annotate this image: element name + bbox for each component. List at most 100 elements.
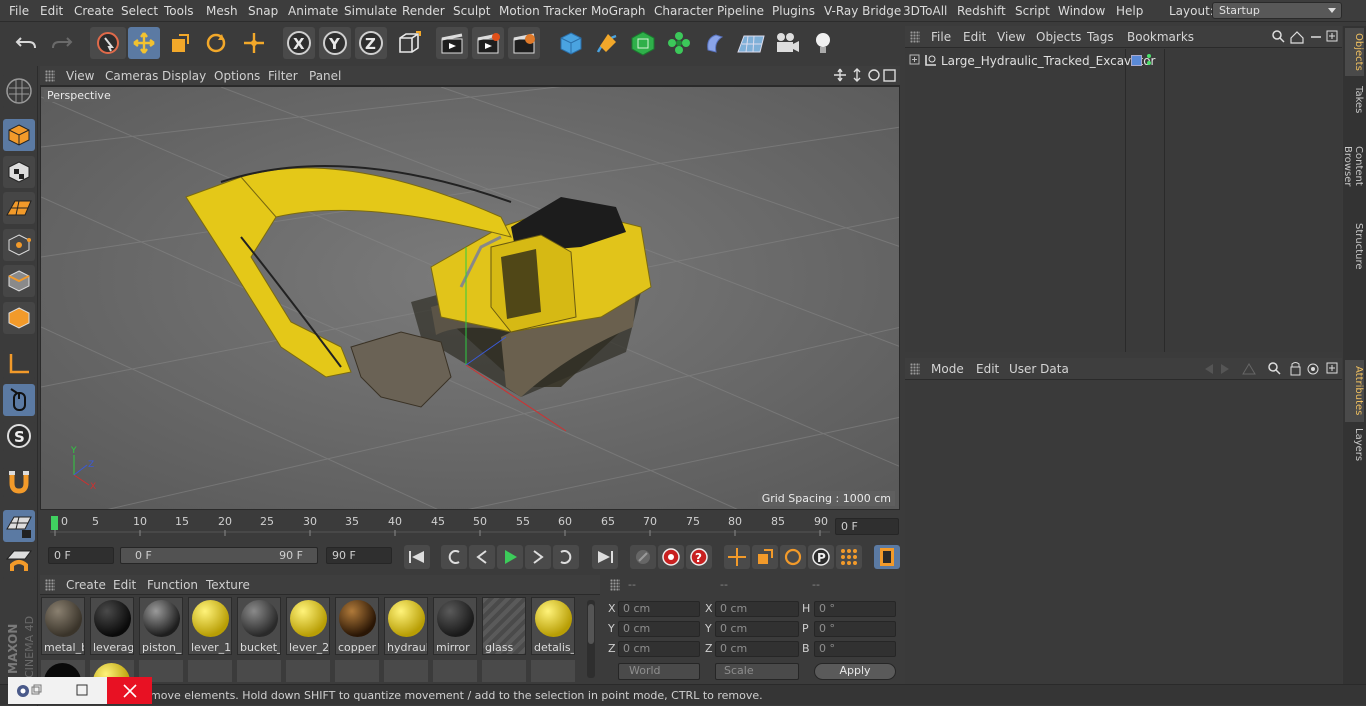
menu-create[interactable]: Create [74,4,114,18]
menu-script[interactable]: Script [1015,4,1050,18]
texture-mode-button[interactable] [3,156,35,188]
tab-attributes[interactable]: Attributes [1345,360,1364,422]
key-parameter-button[interactable]: P [808,545,834,569]
camera-button[interactable] [771,27,803,59]
end-frame-field[interactable]: 90 F [326,547,392,564]
make-editable-button[interactable] [3,73,35,109]
keyframe-selection-button[interactable]: ? [686,545,712,569]
transform-tool-button[interactable] [238,27,270,59]
size-mode-select[interactable]: Scale [715,663,799,680]
material-swatch[interactable]: lever_2 [286,597,330,655]
timeline-playhead[interactable] [51,516,58,530]
snap-magnet-button[interactable] [3,466,35,498]
menu-sculpt[interactable]: Sculpt [453,4,490,18]
material-scrollbar[interactable] [587,600,595,678]
autokey-button[interactable] [658,545,684,569]
deformer-button[interactable] [699,27,731,59]
play-button[interactable] [497,545,523,569]
current-frame-field[interactable]: 0 F [835,518,899,535]
menu-pipeline[interactable]: Pipeline [717,4,764,18]
pen-spline-button[interactable] [591,27,623,59]
menu-redshift[interactable]: Redshift [957,4,1006,18]
material-menu-function[interactable]: Function [147,578,198,592]
key-pla-button[interactable] [836,545,862,569]
model-mode-button[interactable] [3,119,35,151]
coordinate-space-select[interactable]: World [618,663,700,680]
move-tool-button[interactable] [128,27,160,59]
apply-button[interactable]: Apply [814,663,896,680]
light-button[interactable] [807,27,839,59]
tab-structure[interactable]: Structure [1345,218,1364,274]
material-swatch[interactable]: metal_b [41,597,85,655]
rotation-p-field[interactable]: 0 ° [814,621,896,637]
floor-button[interactable] [735,27,767,59]
timeline-ruler[interactable]: 0 5 10 15 20 25 30 35 40 45 50 55 60 65 … [40,512,900,540]
menu-file[interactable]: File [9,4,29,18]
previous-frame-button[interactable] [469,545,495,569]
start-frame-field[interactable]: 0 F [48,547,114,564]
next-frame-button[interactable] [525,545,551,569]
render-settings-button[interactable] [508,27,540,59]
menu-character[interactable]: Character [654,4,713,18]
record-keys-button[interactable] [630,545,656,569]
axis-mode-button[interactable] [3,348,35,380]
material-swatch[interactable]: glass [482,597,526,655]
perspective-viewport[interactable]: Y X Z Perspective Grid Spacing : 1000 cm [40,86,900,510]
objects-menu-tags[interactable]: Tags [1087,30,1114,44]
rotation-h-field[interactable]: 0 ° [814,601,896,617]
menu-mesh[interactable]: Mesh [206,4,238,18]
menu-plugins[interactable]: Plugins [772,4,815,18]
material-swatch[interactable]: bucket_ [237,597,281,655]
drag-handle-icon[interactable] [910,31,920,43]
objects-menu-objects[interactable]: Objects [1036,30,1081,44]
tab-layers[interactable]: Layers [1345,424,1364,466]
x-axis-lock-button[interactable]: X [283,27,315,59]
menu-mograph[interactable]: MoGraph [591,4,646,18]
position-z-field[interactable]: 0 cm [618,641,700,657]
drag-handle-icon[interactable] [45,579,55,591]
menu-snap[interactable]: Snap [248,4,278,18]
rotate-tool-button[interactable] [200,27,232,59]
workplane-mode-button[interactable] [3,192,35,224]
material-swatch[interactable]: mirror [433,597,477,655]
go-to-start-button[interactable] [404,545,430,569]
material-swatch[interactable]: detalis_ [531,597,575,655]
coordinate-system-button[interactable] [393,27,425,59]
points-mode-button[interactable] [3,229,35,261]
objects-menu-file[interactable]: File [931,30,951,44]
cloner-button[interactable] [663,27,695,59]
viewport-menu-display[interactable]: Display [162,69,206,83]
app-restore-icon[interactable] [16,683,44,699]
material-swatch[interactable]: piston_r [139,597,183,655]
edges-mode-button[interactable] [3,265,35,297]
close-button[interactable] [107,677,152,704]
menu-select[interactable]: Select [121,4,158,18]
attribute-manager-icons[interactable] [1201,361,1341,377]
undo-button[interactable] [10,27,42,59]
viewport-menu-view[interactable]: View [66,69,94,83]
tab-takes[interactable]: Takes [1345,80,1364,120]
editor-visibility-dot[interactable] [1147,54,1151,58]
menu-edit[interactable]: Edit [40,4,63,18]
subdivision-surface-button[interactable] [627,27,659,59]
material-swatch[interactable]: leverage [90,597,134,655]
material-swatch[interactable]: hydrauli [384,597,428,655]
scale-tool-button[interactable] [164,27,196,59]
menu-animate[interactable]: Animate [288,4,338,18]
size-x-field[interactable]: 0 cm [715,601,799,617]
material-swatch[interactable]: copper [335,597,379,655]
object-row[interactable]: Large_Hydraulic_Tracked_Excavator [905,52,1342,70]
material-menu-create[interactable]: Create [66,578,106,592]
layer-color-swatch[interactable] [1131,55,1142,66]
menu-motion-tracker[interactable]: Motion Tracker [499,4,587,18]
layout-select[interactable]: Startup [1212,2,1342,19]
drag-handle-icon[interactable] [45,70,55,82]
position-x-field[interactable]: 0 cm [618,601,700,617]
redo-button[interactable] [46,27,78,59]
menu-3dtoall[interactable]: 3DToAll [903,4,947,18]
z-axis-lock-button[interactable]: Z [355,27,387,59]
menu-help[interactable]: Help [1116,4,1143,18]
menu-tools[interactable]: Tools [164,4,194,18]
viewport-nav-icons[interactable] [834,68,898,84]
menu-window[interactable]: Window [1058,4,1105,18]
